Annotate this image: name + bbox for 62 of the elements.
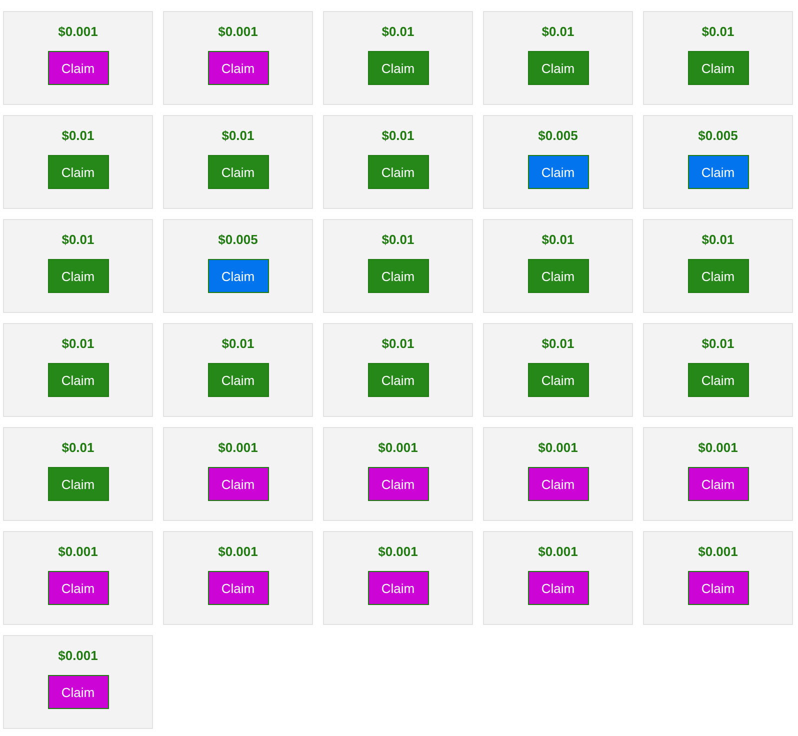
amount-label: $0.01 [382,24,414,39]
amount-label: $0.001 [58,24,98,39]
claim-button[interactable]: Claim [528,363,588,397]
amount-label: $0.01 [62,440,94,455]
claim-button[interactable]: Claim [208,51,268,85]
amount-label: $0.01 [702,24,734,39]
claim-button[interactable]: Claim [688,467,748,501]
claim-button[interactable]: Claim [208,155,268,189]
claim-button[interactable]: Claim [368,155,428,189]
claim-button[interactable]: Claim [368,259,428,293]
amount-label: $0.001 [378,440,418,455]
claim-button[interactable]: Claim [528,259,588,293]
claim-button[interactable]: Claim [368,363,428,397]
amount-label: $0.01 [62,128,94,143]
claim-button[interactable]: Claim [528,155,588,189]
claim-button[interactable]: Claim [48,259,108,293]
amount-label: $0.01 [222,336,254,351]
amount-label: $0.001 [58,544,98,559]
amount-label: $0.001 [378,544,418,559]
amount-label: $0.001 [698,544,738,559]
amount-label: $0.001 [218,440,258,455]
amount-label: $0.01 [542,232,574,247]
claim-button[interactable]: Claim [48,155,108,189]
amount-label: $0.01 [382,128,414,143]
claim-button[interactable]: Claim [688,51,748,85]
claim-button[interactable]: Claim [528,467,588,501]
claim-button[interactable]: Claim [528,571,588,605]
claim-button[interactable]: Claim [368,51,428,85]
claim-button[interactable]: Claim [688,155,748,189]
claim-button[interactable]: Claim [48,571,108,605]
claim-button[interactable]: Claim [368,571,428,605]
claim-button[interactable]: Claim [208,259,268,293]
claim-button[interactable]: Claim [688,571,748,605]
amount-label: $0.005 [538,128,578,143]
claim-button[interactable]: Claim [208,363,268,397]
amount-label: $0.01 [382,232,414,247]
claim-button[interactable]: Claim [368,467,428,501]
amount-label: $0.001 [218,544,258,559]
amount-label: $0.001 [538,440,578,455]
amount-label: $0.01 [542,336,574,351]
amount-label: $0.001 [58,648,98,663]
claim-button[interactable]: Claim [208,571,268,605]
amount-label: $0.001 [538,544,578,559]
claim-button[interactable]: Claim [48,363,108,397]
amount-label: $0.01 [222,128,254,143]
amount-label: $0.001 [698,440,738,455]
amount-label: $0.01 [382,336,414,351]
claim-button[interactable]: Claim [688,259,748,293]
claim-button[interactable]: Claim [208,467,268,501]
amount-label: $0.005 [218,232,258,247]
amount-label: $0.01 [702,232,734,247]
amount-label: $0.01 [702,336,734,351]
claim-button[interactable]: Claim [528,51,588,85]
amount-label: $0.001 [218,24,258,39]
claim-button[interactable]: Claim [48,675,108,709]
claim-button[interactable]: Claim [688,363,748,397]
claim-button[interactable]: Claim [48,51,108,85]
amount-label: $0.01 [62,232,94,247]
amount-label: $0.01 [62,336,94,351]
amount-label: $0.01 [542,24,574,39]
amount-label: $0.005 [698,128,738,143]
claim-button[interactable]: Claim [48,467,108,501]
